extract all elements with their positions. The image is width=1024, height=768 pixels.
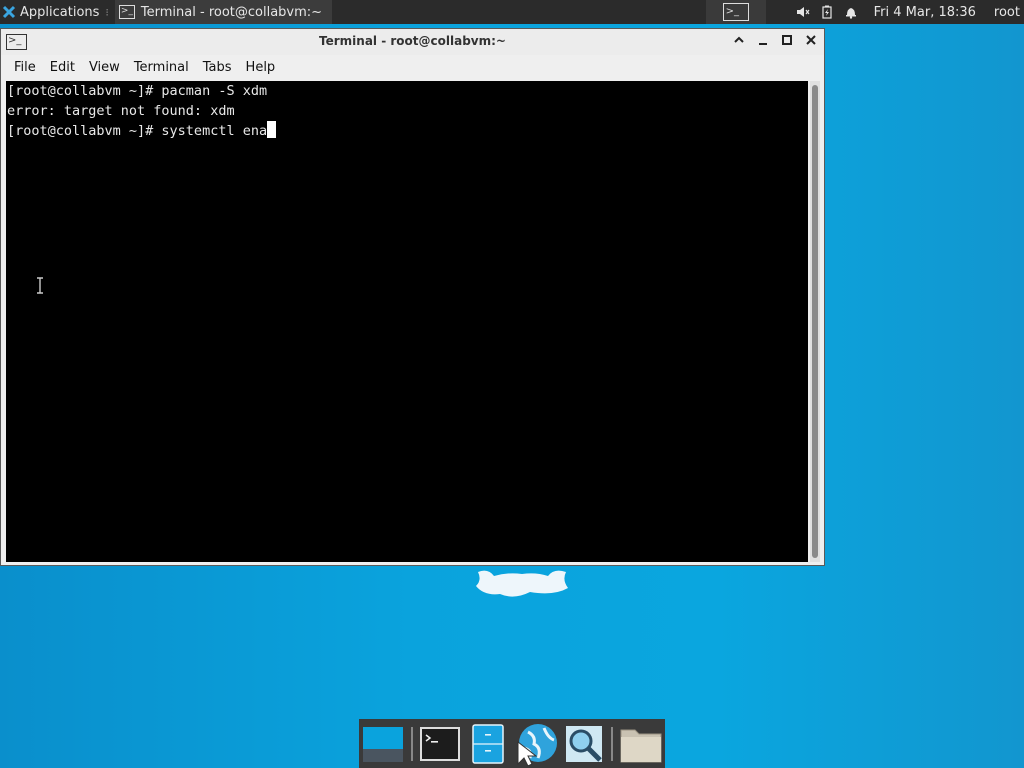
close-button[interactable] — [804, 33, 818, 49]
user-menu[interactable]: root — [994, 5, 1020, 20]
volume-icon[interactable] — [796, 5, 810, 19]
taskbar-task-title: Terminal - root@collabvm:~ — [140, 4, 323, 20]
folder-icon — [620, 729, 662, 762]
window-titlebar[interactable]: >_ Terminal - root@collabvm:~ — [1, 29, 824, 55]
menu-edit[interactable]: Edit — [43, 60, 82, 75]
file-manager-launcher[interactable] — [466, 722, 509, 766]
xfce-logo-icon — [2, 5, 16, 19]
terminal-line: [root@collabvm ~]# pacman -S xdm — [7, 83, 268, 99]
app-finder-icon — [566, 725, 603, 762]
terminal-output[interactable]: [root@collabvm ~]# pacman -S xdm error: … — [6, 81, 808, 562]
panel-terminal-launcher[interactable]: >_ — [705, 0, 766, 24]
panel-spacer — [765, 0, 796, 24]
menu-terminal[interactable]: Terminal — [127, 60, 196, 75]
scrollbar-thumb[interactable] — [812, 85, 818, 558]
ibeam-cursor-icon — [37, 277, 43, 294]
chevron-up-icon — [734, 36, 744, 43]
clock[interactable]: Fri 4 Mar, 18:36 — [874, 5, 976, 20]
menu-help[interactable]: Help — [239, 60, 283, 75]
show-desktop-button[interactable] — [362, 722, 405, 766]
dock — [359, 719, 665, 768]
dock-separator — [611, 726, 614, 761]
file-manager-icon — [471, 723, 504, 764]
battery-icon[interactable] — [820, 5, 834, 19]
show-desktop-icon — [363, 726, 404, 762]
notification-bell-icon[interactable] — [844, 5, 858, 19]
terminal-launcher[interactable] — [419, 722, 462, 766]
app-finder-launcher[interactable] — [563, 722, 606, 766]
menu-file[interactable]: File — [7, 60, 43, 75]
menu-tabs[interactable]: Tabs — [196, 60, 239, 75]
terminal-line: error: target not found: xdm — [7, 103, 235, 119]
web-browser-launcher[interactable] — [514, 722, 558, 766]
system-tray: Fri 4 Mar, 18:36 root — [796, 0, 1024, 24]
terminal-input-line: [root@collabvm ~]# systemctl ena — [7, 123, 268, 139]
terminal-line: [root@collabvm ~]# systemctl ena — [7, 121, 808, 141]
terminal-icon: >_ — [118, 5, 135, 19]
close-icon — [806, 35, 816, 45]
xfce-mouse-logo-icon — [476, 570, 568, 597]
folder-launcher[interactable] — [619, 722, 662, 766]
applications-menu[interactable]: Applications ⁝ — [0, 0, 113, 24]
minimize-button[interactable] — [756, 33, 770, 49]
taskbar-terminal-button[interactable]: >_ Terminal - root@collabvm:~ — [114, 0, 333, 24]
window-menubar: File Edit View Terminal Tabs Help — [1, 55, 824, 79]
terminal-icon — [419, 726, 460, 761]
maximize-button[interactable] — [780, 33, 794, 49]
applications-label: Applications — [20, 4, 100, 20]
top-panel: Applications ⁝ >_ Terminal - root@collab… — [0, 0, 1024, 24]
window-title: Terminal - root@collabvm:~ — [319, 34, 506, 48]
text-cursor — [267, 121, 277, 138]
menu-view[interactable]: View — [82, 60, 127, 75]
maximize-icon — [782, 35, 792, 45]
dock-separator — [410, 726, 413, 761]
minimize-icon — [759, 43, 767, 45]
shade-button[interactable] — [732, 33, 746, 49]
panel-separator: ⁝ — [105, 5, 109, 19]
terminal-icon: >_ — [722, 3, 749, 21]
web-browser-icon — [517, 723, 557, 766]
terminal-scrollbar[interactable] — [810, 81, 820, 562]
terminal-window: >_ Terminal - root@collabvm:~ File Edit … — [0, 28, 825, 566]
panel-spacer — [332, 0, 706, 24]
